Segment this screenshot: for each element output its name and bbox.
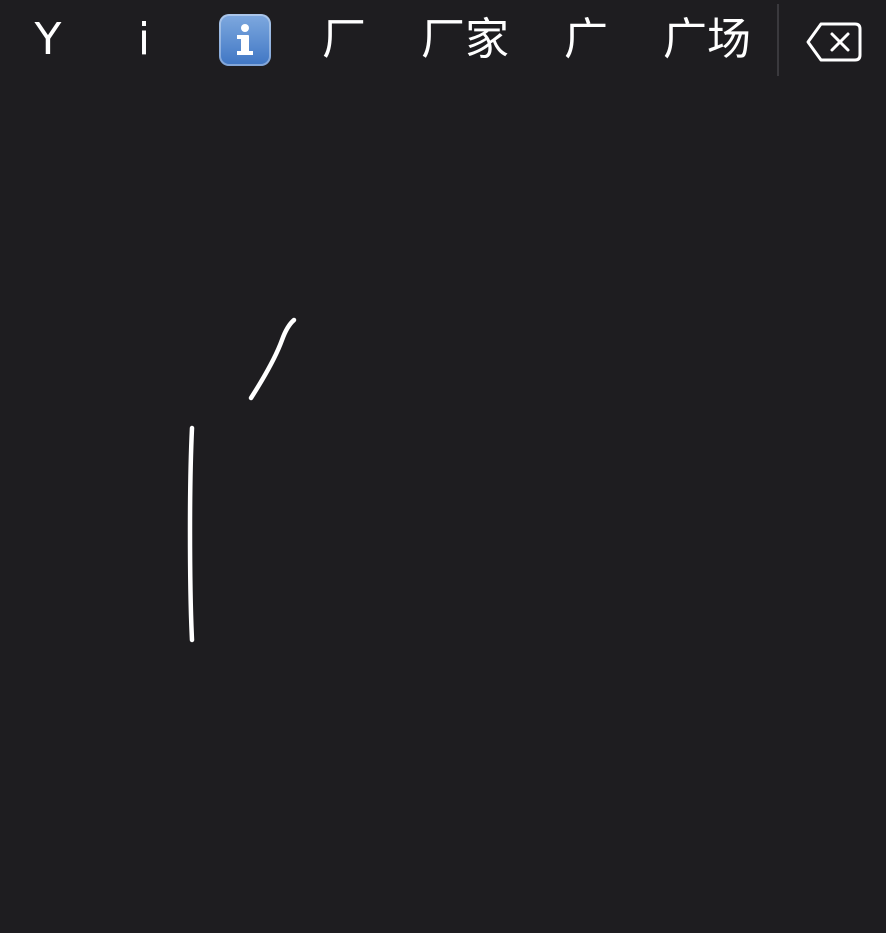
backspace-delete-icon <box>806 22 862 62</box>
handwriting-canvas[interactable] <box>0 84 886 929</box>
candidate-y[interactable]: Y <box>22 8 74 72</box>
candidate-guang[interactable]: 广 <box>558 8 614 72</box>
delete-button[interactable] <box>798 14 870 70</box>
handwriting-strokes <box>187 317 297 643</box>
candidate-divider <box>777 4 779 76</box>
candidate-guangchang[interactable]: 广场 <box>654 8 760 72</box>
handwriting-stroke-1 <box>248 317 297 401</box>
candidate-changjia[interactable]: 厂家 <box>412 8 518 72</box>
candidate-bar: Y i 厂 厂家 广 广场 <box>0 0 886 84</box>
candidate-i[interactable]: i <box>122 8 166 72</box>
candidate-chang[interactable]: 厂 <box>316 8 372 72</box>
candidate-info-emoji[interactable] <box>216 8 274 72</box>
information-emoji-icon <box>219 14 271 66</box>
handwriting-stroke-2 <box>187 425 195 643</box>
